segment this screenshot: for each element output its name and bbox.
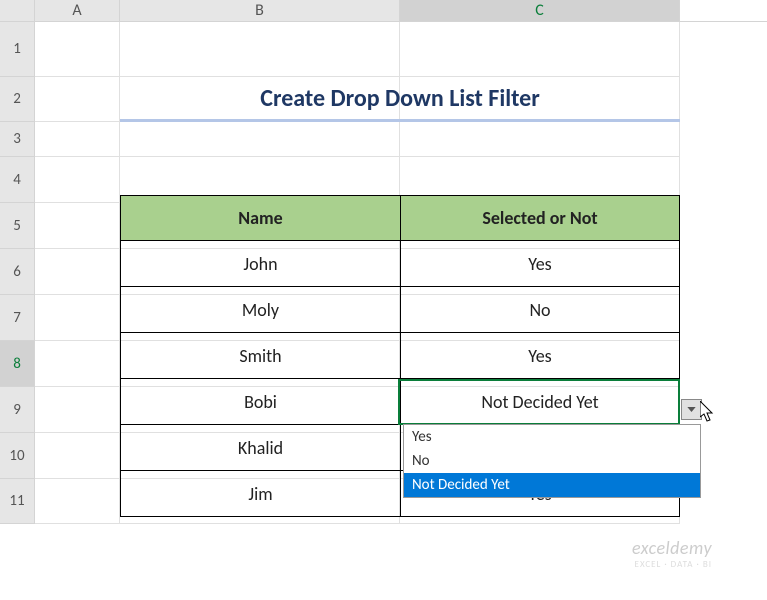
row-header-1[interactable]: 1 (0, 22, 35, 77)
dropdown-option-selected[interactable]: Not Decided Yet (404, 473, 700, 497)
col-header-b[interactable]: B (120, 0, 400, 21)
watermark-tagline: EXCEL · DATA · BI (632, 559, 712, 570)
dropdown-option[interactable]: Yes (404, 425, 700, 449)
cell-status[interactable]: Yes (400, 241, 680, 286)
col-header-c[interactable]: C (400, 0, 680, 21)
row-header-8[interactable]: 8 (0, 341, 35, 387)
cell[interactable] (35, 157, 120, 203)
row-header-7[interactable]: 7 (0, 295, 35, 341)
cell-status[interactable]: Not Decided Yet (400, 379, 680, 424)
row-header-5[interactable]: 5 (0, 203, 35, 249)
chevron-down-icon (687, 407, 696, 412)
cell[interactable] (35, 387, 120, 433)
row-header-6[interactable]: 6 (0, 249, 35, 295)
table-row: Smith Yes (120, 333, 680, 379)
page-title: Create Drop Down List Filter (120, 77, 680, 122)
row-header-4[interactable]: 4 (0, 157, 35, 203)
table-row: Bobi Not Decided Yet (120, 379, 680, 425)
watermark-brand: exceldemy (632, 537, 712, 559)
row-header-2[interactable]: 2 (0, 77, 35, 122)
column-headers: A B C (0, 0, 767, 22)
cell[interactable] (35, 479, 120, 524)
select-all-corner[interactable] (0, 0, 35, 21)
cell[interactable] (120, 22, 400, 77)
dropdown-option[interactable]: No (404, 449, 700, 473)
table-header-row: Name Selected or Not (120, 195, 680, 241)
row-header-9[interactable]: 9 (0, 387, 35, 433)
dropdown-list[interactable]: Yes No Not Decided Yet (403, 424, 701, 498)
cell-name[interactable]: John (120, 241, 400, 286)
cell[interactable] (35, 203, 120, 249)
row-header-3[interactable]: 3 (0, 122, 35, 157)
cell[interactable] (35, 77, 120, 122)
cell[interactable] (35, 433, 120, 479)
watermark: exceldemy EXCEL · DATA · BI (632, 537, 712, 570)
cell-name[interactable]: Moly (120, 287, 400, 332)
cell[interactable] (400, 122, 680, 157)
col-header-a[interactable]: A (35, 0, 120, 21)
table-row: Moly No (120, 287, 680, 333)
cell-name[interactable]: Smith (120, 333, 400, 378)
cell-status[interactable]: No (400, 287, 680, 332)
cell-name[interactable]: Khalid (120, 425, 400, 470)
dropdown-button[interactable] (681, 399, 702, 420)
cell[interactable] (400, 22, 680, 77)
cell-status[interactable]: Yes (400, 333, 680, 378)
row-header-10[interactable]: 10 (0, 433, 35, 479)
cell[interactable] (35, 341, 120, 387)
cell[interactable] (120, 122, 400, 157)
header-name: Name (120, 196, 400, 240)
header-status: Selected or Not (400, 196, 680, 240)
cell[interactable] (35, 249, 120, 295)
cursor-icon (700, 401, 718, 428)
table-row: John Yes (120, 241, 680, 287)
row-header-11[interactable]: 11 (0, 479, 35, 524)
cell[interactable] (35, 295, 120, 341)
cell[interactable] (35, 122, 120, 157)
cell-name[interactable]: Bobi (120, 379, 400, 424)
cell[interactable] (35, 22, 120, 77)
cell-name[interactable]: Jim (120, 471, 400, 516)
